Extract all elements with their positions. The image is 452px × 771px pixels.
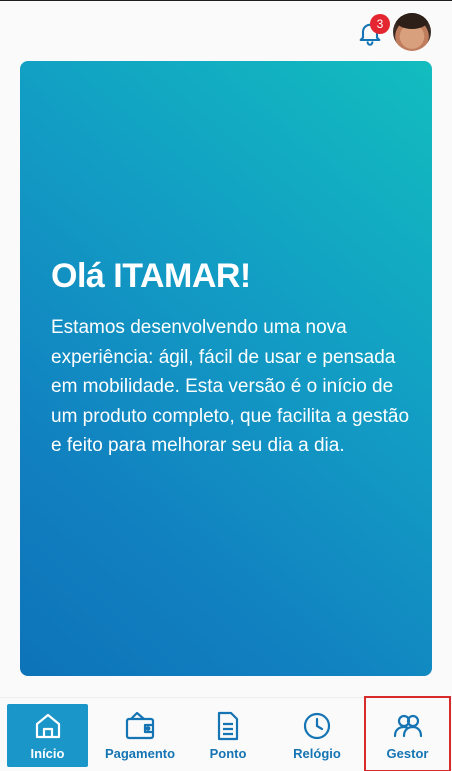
nav-item-relogio[interactable]: Relógio	[277, 704, 357, 767]
notification-badge: 3	[370, 14, 390, 34]
document-icon	[217, 711, 239, 741]
welcome-title: Olá ITAMAR!	[51, 257, 251, 295]
bottom-navigation: Início Pagamento Ponto Relógio Gestor	[0, 696, 452, 771]
nav-label-inicio: Início	[30, 746, 65, 761]
welcome-text: Estamos desenvolvendo uma nova experiênc…	[51, 317, 410, 456]
nav-label-pagamento: Pagamento	[104, 746, 176, 761]
nav-item-gestor[interactable]: Gestor	[364, 696, 451, 771]
nav-item-inicio[interactable]: Início	[7, 704, 88, 767]
avatar-hair	[395, 13, 429, 29]
app-header: 3	[0, 1, 452, 61]
home-icon	[35, 713, 60, 739]
nav-label-ponto: Ponto	[209, 746, 247, 761]
wallet-icon	[125, 711, 155, 740]
nav-label-gestor: Gestor	[386, 746, 429, 761]
users-icon	[393, 714, 422, 738]
nav-label-relogio: Relógio	[293, 746, 341, 761]
welcome-card: Olá ITAMAR! Estamos desenvolvendo uma no…	[20, 61, 432, 676]
nav-item-pagamento[interactable]: Pagamento	[99, 704, 181, 767]
user-avatar[interactable]	[393, 13, 431, 51]
clock-icon	[303, 712, 331, 740]
nav-item-ponto[interactable]: Ponto	[188, 704, 268, 767]
